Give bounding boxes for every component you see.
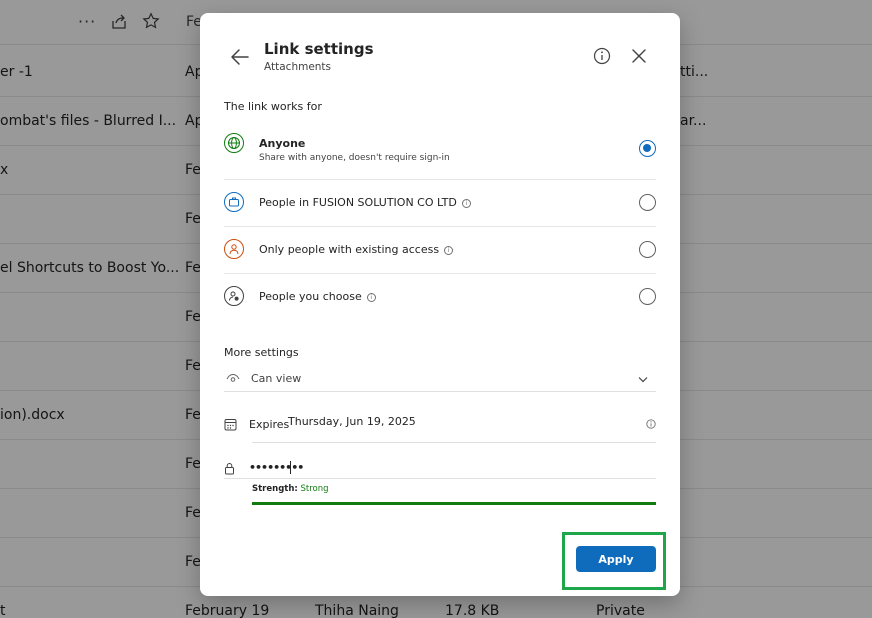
- info-icon[interactable]: i: [461, 198, 471, 208]
- info-icon[interactable]: i: [444, 245, 454, 255]
- back-arrow-icon[interactable]: [228, 45, 252, 69]
- close-icon[interactable]: [630, 47, 648, 65]
- option-anyone[interactable]: Anyone Share with anyone, doesn't requir…: [224, 131, 656, 180]
- dialog-title: Link settings: [264, 40, 374, 58]
- option-anyone-description: Share with anyone, doesn't require sign-…: [259, 153, 450, 163]
- chevron-down-icon[interactable]: [638, 376, 648, 383]
- info-icon[interactable]: i: [366, 292, 376, 302]
- expires-date-value[interactable]: Thursday, Jun 19, 2025: [288, 415, 416, 428]
- dialog-subtitle: Attachments: [264, 61, 332, 73]
- person-icon: [224, 239, 244, 259]
- option-existing-access[interactable]: Only people with existing access i: [224, 227, 656, 274]
- option-people-you-choose[interactable]: People you choose i: [224, 274, 656, 321]
- option-people-you-choose-text: People you choose: [259, 290, 362, 303]
- info-icon[interactable]: [646, 419, 656, 429]
- link-settings-dialog: Link settings Attachments The link works…: [200, 13, 680, 596]
- permission-value: Can view: [251, 372, 302, 385]
- eye-icon: [226, 373, 240, 382]
- password-value[interactable]: •••••••••: [249, 461, 304, 474]
- info-icon[interactable]: [592, 46, 612, 66]
- strength-bar: [252, 502, 656, 505]
- more-settings-label: More settings: [224, 346, 299, 359]
- briefcase-icon: [224, 192, 244, 212]
- expires-label: Expires: [249, 418, 290, 431]
- link-works-for-label: The link works for: [224, 100, 322, 113]
- radio-people-you-choose[interactable]: [639, 288, 656, 305]
- expiration-field[interactable]: Expires Thursday, Jun 19, 2025: [224, 407, 656, 443]
- option-existing-access-label: Only people with existing access i: [259, 243, 454, 256]
- radio-people-in-org[interactable]: [639, 194, 656, 211]
- permission-dropdown[interactable]: Can view: [224, 367, 656, 392]
- lock-icon: [225, 463, 234, 475]
- strength-value: Strong: [300, 484, 329, 494]
- option-people-in-org[interactable]: People in FUSION SOLUTION CO LTD i: [224, 180, 656, 227]
- globe-icon: [224, 133, 244, 153]
- password-strength: Strength: Strong: [252, 484, 329, 494]
- password-field[interactable]: •••••••••: [224, 456, 656, 479]
- calendar-icon: [224, 419, 237, 431]
- radio-anyone[interactable]: [639, 140, 656, 157]
- apply-button[interactable]: Apply: [576, 546, 656, 572]
- strength-label: Strength:: [252, 484, 298, 494]
- option-people-you-choose-label: People you choose i: [259, 290, 376, 303]
- radio-existing-access[interactable]: [639, 241, 656, 258]
- option-people-in-org-label: People in FUSION SOLUTION CO LTD i: [259, 196, 471, 209]
- person-settings-icon: [224, 286, 244, 306]
- text-cursor: [290, 461, 291, 474]
- option-existing-access-text: Only people with existing access: [259, 243, 440, 256]
- expires-underline: [252, 442, 656, 443]
- option-people-in-org-text: People in FUSION SOLUTION CO LTD: [259, 196, 457, 209]
- option-anyone-label: Anyone: [259, 137, 306, 150]
